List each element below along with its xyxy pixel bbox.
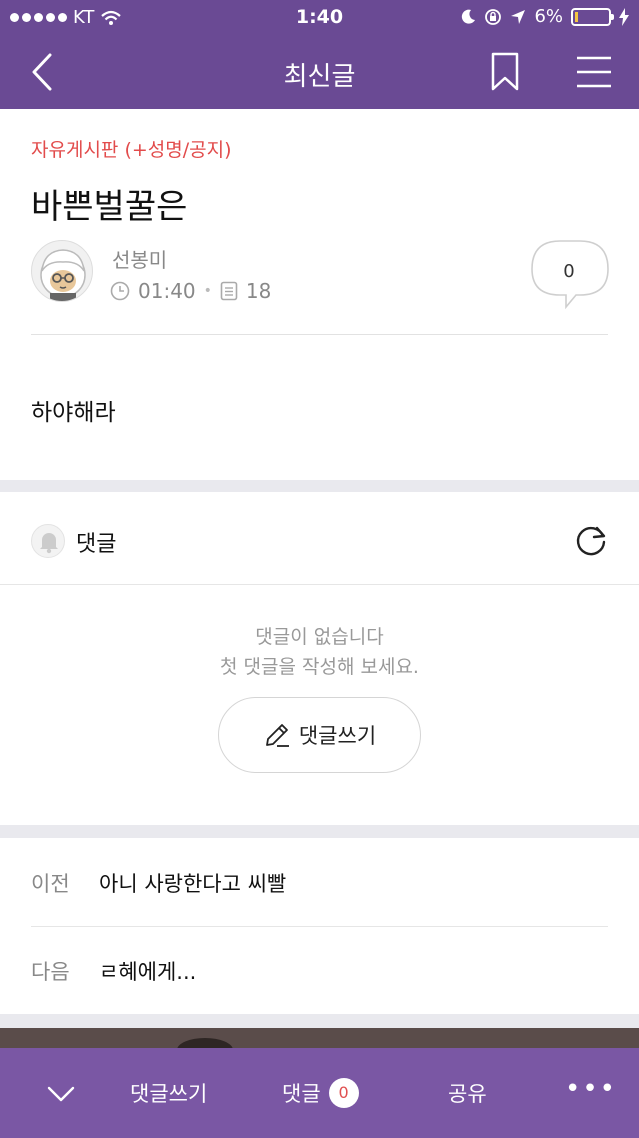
author-avatar[interactable] <box>31 240 93 302</box>
battery-percent: 6% <box>534 6 563 27</box>
location-icon <box>511 9 526 24</box>
bookmark-icon[interactable] <box>488 52 522 92</box>
comments-heading: 댓글 <box>76 532 117 557</box>
write-comment-button[interactable]: 댓글쓰기 <box>218 697 421 773</box>
page-title: 최신글 <box>283 62 356 92</box>
comments-section: 댓글 댓글이 없습니다 첫 댓글을 작성해 보세요. 댓글쓰기 <box>0 492 639 825</box>
toolbar-write-comment-button[interactable]: 댓글쓰기 <box>130 1078 207 1108</box>
next-post-link[interactable]: 다음 ㄹ혜에게... <box>0 926 639 1014</box>
moon-icon <box>462 9 476 24</box>
next-label: 다음 <box>31 960 70 984</box>
post-title: 바쁜벌꿀은 <box>31 187 188 227</box>
post-body: 하야해라 <box>31 400 116 426</box>
adjacent-posts: 이전 아니 사랑한다고 씨빨 다음 ㄹ혜에게... <box>0 838 639 1014</box>
comment-count-bubble[interactable]: 0 <box>530 239 610 311</box>
post-divider <box>31 334 608 335</box>
author-name[interactable]: 선봉미 <box>112 244 167 273</box>
status-right: 6% <box>460 6 629 27</box>
empty-comments-hint: 첫 댓글을 작성해 보세요. <box>220 656 419 678</box>
toolbar-comments-button[interactable]: 댓글 0 <box>282 1078 359 1108</box>
prev-label: 이전 <box>31 872 70 896</box>
post-views: 18 <box>245 279 272 303</box>
empty-comments-message: 댓글이 없습니다 <box>255 626 384 648</box>
board-name-link[interactable]: 자유게시판 (+성명/공지) <box>31 135 232 162</box>
notification-bell-button[interactable] <box>31 524 65 558</box>
banner-image-strip <box>0 1028 639 1062</box>
nav-bar: 최신글 <box>0 36 639 109</box>
bell-icon <box>40 533 58 554</box>
meta-separator: • <box>203 283 212 299</box>
views-document-icon <box>220 281 238 301</box>
comment-count: 0 <box>563 261 575 282</box>
post-meta: 01:40 • 18 <box>110 279 271 303</box>
status-bar: KT 1:40 6% <box>0 0 639 36</box>
post-time: 01:40 <box>138 279 196 303</box>
prev-post-link[interactable]: 이전 아니 사랑한다고 씨빨 <box>0 838 639 927</box>
pencil-icon <box>265 724 289 747</box>
hamburger-menu-icon[interactable] <box>574 54 614 90</box>
prev-post-title: 아니 사랑한다고 씨빨 <box>99 872 287 896</box>
charging-icon <box>619 7 629 26</box>
post-card: 자유게시판 (+성명/공지) 바쁜벌꿀은 선봉미 01:40 • 18 0 하야… <box>0 109 639 480</box>
comment-count-badge: 0 <box>328 1078 359 1108</box>
clock-icon <box>110 281 130 301</box>
more-options-button[interactable]: ••• <box>565 1074 617 1104</box>
write-comment-label: 댓글쓰기 <box>298 724 377 748</box>
refresh-icon[interactable] <box>573 522 609 558</box>
banner-image <box>177 1038 233 1062</box>
rotation-lock-icon <box>485 8 502 25</box>
comments-divider <box>0 584 639 585</box>
share-button[interactable]: 공유 <box>448 1078 487 1108</box>
battery-icon <box>571 7 614 26</box>
toolbar-comments-label: 댓글 <box>282 1082 321 1106</box>
bottom-toolbar: 댓글쓰기 댓글 0 공유 ••• <box>0 1048 639 1138</box>
chevron-down-icon[interactable] <box>45 1078 77 1108</box>
avatar-character-icon <box>40 249 86 301</box>
next-post-title: ㄹ혜에게... <box>99 960 197 984</box>
